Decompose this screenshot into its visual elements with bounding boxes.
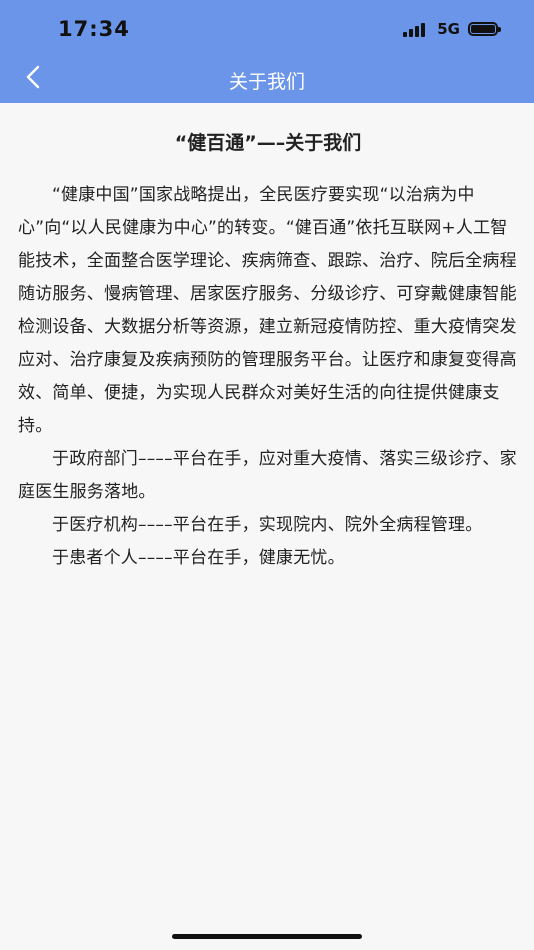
paragraph-intro: “健康中国”国家战略提出，全民医疗要实现“以治病为中心”向“以人民健康为中心”的… (18, 185, 517, 436)
paragraph-patient: 于患者个人––––平台在手，健康无忧。 (52, 548, 345, 568)
battery-level (471, 25, 495, 33)
paragraph-medical: 于医疗机构––––平台在手，实现院内、院外全病程管理。 (52, 515, 483, 535)
page-title: 关于我们 (228, 71, 305, 93)
paragraph-government: 于政府部门––––平台在手，应对重大疫情、落实三级诊疗、家庭医生服务落地。 (18, 449, 517, 502)
status-time: 17:34 (58, 17, 130, 41)
status-indicators: 5G (403, 20, 501, 38)
signal-icon (403, 21, 429, 37)
home-indicator[interactable] (172, 934, 362, 939)
header: 17:34 5G 关于我们 (0, 0, 534, 103)
content: “健百通”—–关于我们 “健康中国”国家战略提出，全民医疗要实现“以治病为中心”… (18, 128, 518, 575)
about-heading: “健百通”—–关于我们 (174, 132, 362, 154)
battery-icon (468, 22, 501, 36)
network-label: 5G (437, 20, 460, 38)
